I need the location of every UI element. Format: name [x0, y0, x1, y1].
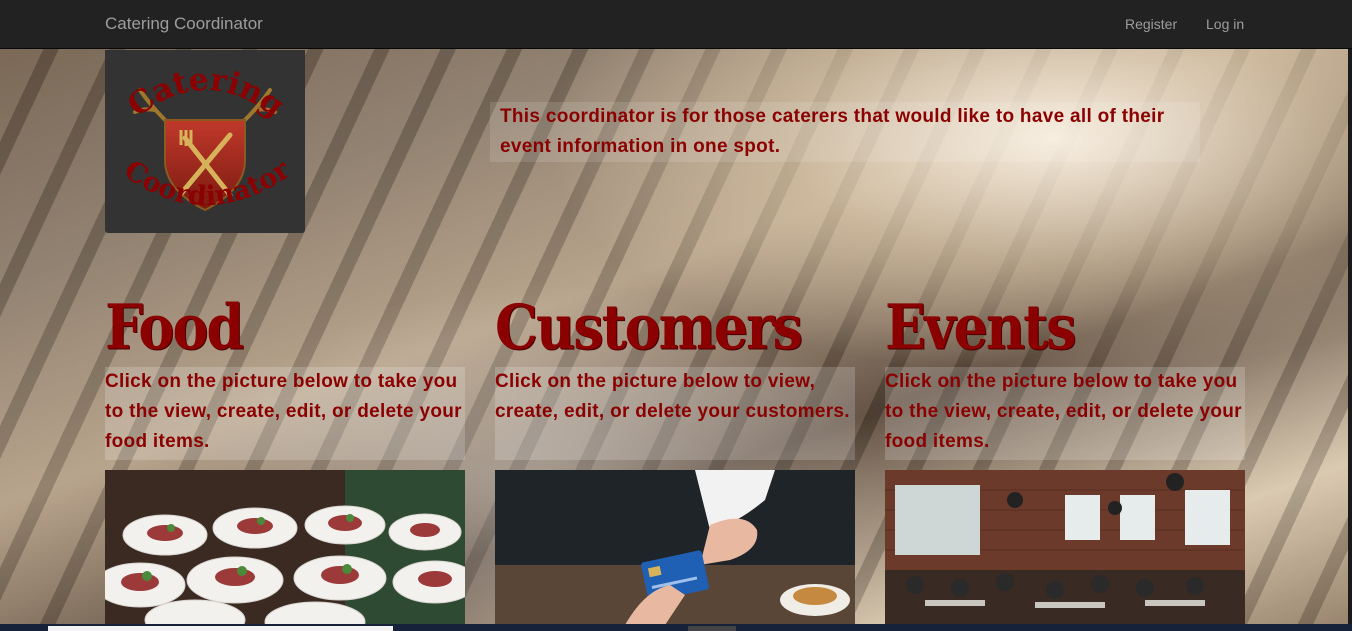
register-link[interactable]: Register	[1125, 16, 1177, 32]
brand-link[interactable]: Catering Coordinator	[105, 14, 263, 34]
events-description: Click on the picture below to take you t…	[885, 367, 1245, 460]
events-image-link[interactable]	[885, 470, 1245, 625]
events-section: Events Click on the picture below to tak…	[885, 285, 1245, 625]
catering-coordinator-logo: Catering Coordinator	[119, 62, 296, 213]
customers-image-link[interactable]	[495, 470, 855, 625]
customers-description: Click on the picture below to view, crea…	[495, 367, 855, 460]
login-link[interactable]: Log in	[1206, 16, 1244, 32]
customers-heading: Customers	[495, 289, 803, 364]
events-heading: Events	[885, 289, 1077, 364]
page-edge	[1348, 49, 1352, 624]
svg-text:Catering: Catering	[121, 62, 291, 125]
credit-card-payment-image	[495, 470, 855, 625]
food-plates-image	[105, 470, 465, 625]
food-image-link[interactable]	[105, 470, 465, 625]
restaurant-interior-image	[885, 470, 1245, 625]
bottom-strip	[0, 624, 1352, 631]
food-section: Food Click on the picture below to take …	[105, 285, 465, 625]
logo: Catering Coordinator	[105, 50, 305, 233]
food-description: Click on the picture below to take you t…	[105, 367, 465, 460]
food-heading: Food	[105, 289, 244, 364]
intro-text: This coordinator is for those caterers t…	[490, 102, 1200, 162]
top-navbar: Catering Coordinator Register Log in	[0, 0, 1352, 49]
customers-section: Customers Click on the picture below to …	[495, 285, 855, 625]
